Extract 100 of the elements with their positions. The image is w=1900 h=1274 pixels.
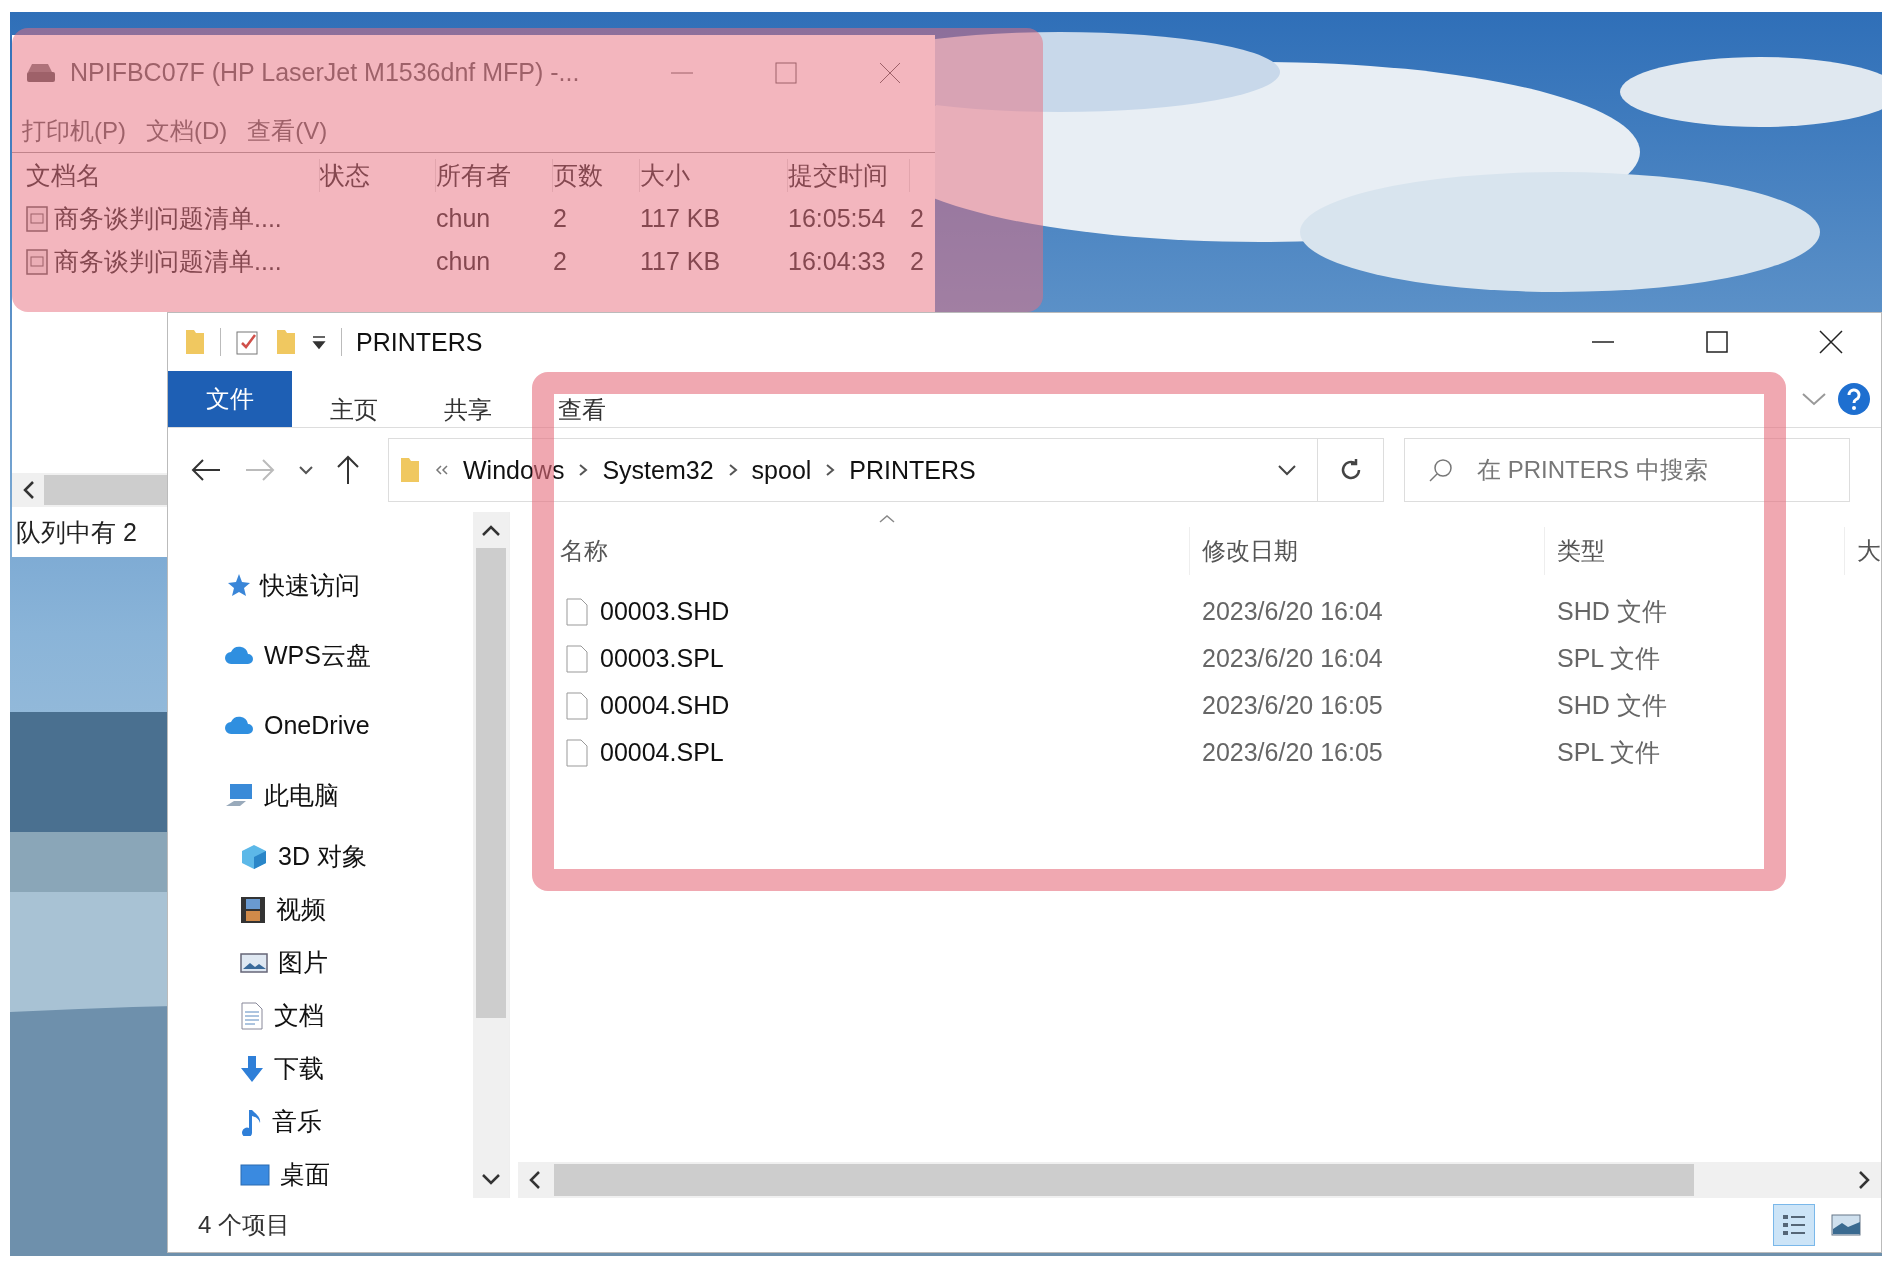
nav-item[interactable]: WPS云盘 [168,620,473,690]
file-icon [566,597,588,626]
table-cell-text: 2 [910,204,925,233]
document-icon [26,248,48,275]
landscape-icon [1831,1214,1861,1236]
film-icon [240,895,266,924]
printer-icon [26,61,56,84]
vertical-scrollbar[interactable] [473,512,509,1198]
column-header[interactable]: 大 [1857,535,1881,567]
ribbon-tab[interactable]: 共享 [444,397,492,423]
table-cell-text: 商务谈判问题清单.... [54,246,282,277]
scroll-up-icon[interactable] [481,524,501,538]
table-cell-text: SHD 文件 [1556,596,1668,627]
table-cell-text: chun [436,247,492,276]
table-cell-text: 商务谈判问题清单.... [54,203,282,234]
scroll-left-icon[interactable] [528,1170,542,1190]
table-cell-text: SPL 文件 [1556,737,1662,768]
status-text: 4 个项目 [198,1210,290,1240]
chevron-right-icon [825,463,836,477]
up-arrow-icon[interactable] [336,454,360,486]
scroll-left-icon[interactable] [22,480,36,500]
scroll-down-icon[interactable] [481,1172,501,1186]
breadcrumb-item[interactable]: Windows [463,455,565,485]
image-icon [240,951,268,974]
chevron-down-icon[interactable] [1277,463,1297,477]
file-icon [566,691,588,720]
column-header[interactable]: 大小 [640,158,788,192]
folder-icon [399,456,421,484]
table-cell-text: 2 [553,247,568,276]
help-icon[interactable] [1837,382,1871,416]
table-cell-text: 2023/6/20 16:05 [1201,738,1384,767]
nav-item[interactable]: 文档 [168,989,473,1042]
breadcrumb-item[interactable]: spool [751,455,812,485]
document-icon [240,1001,264,1030]
breadcrumb-item[interactable]: System32 [602,455,714,485]
column-header[interactable]: 修改日期 [1202,535,1298,567]
table-cell-text: 2 [553,204,568,233]
chevron-right-icon [578,463,589,477]
file-name: 00004.SPL [600,738,724,767]
status-text: 队列中有 2 [16,516,137,548]
window-title: PRINTERS [356,327,484,357]
table-cell-text: 117 KB [640,247,722,276]
column-header[interactable]: 页数 [553,158,640,192]
nav-item[interactable]: 音乐 [168,1095,473,1148]
column-header[interactable]: 状态 [320,158,436,192]
table-cell-text: SPL 文件 [1556,643,1662,674]
horizontal-scrollbar[interactable] [12,473,167,507]
table-cell-text: 2023/6/20 16:05 [1201,691,1384,720]
overflow-chevron-icon [435,464,449,476]
minimize-icon[interactable] [1591,341,1615,343]
table-cell-text: chun [436,204,492,233]
column-header[interactable]: 所有者 [436,158,553,192]
breadcrumb-item[interactable]: PRINTERS [849,455,976,485]
window-title: NPIFBC07F (HP LaserJet M1536dnf MFP) -... [70,58,581,87]
address-bar[interactable]: Windows System32 spool PRINTERS [388,438,1318,502]
maximize-icon[interactable] [1705,330,1729,354]
checkbox-icon[interactable] [235,328,261,356]
file-icon [566,738,588,767]
nav-item[interactable]: 图片 [168,936,473,989]
desktop-icon [240,1162,270,1187]
computer-icon [224,782,254,808]
column-header[interactable]: 名称 [560,535,608,567]
nav-item[interactable]: OneDrive [168,690,473,760]
table-cell-text: 117 KB [640,204,722,233]
nav-item[interactable]: 3D 对象 [168,830,473,883]
table-cell-text: 2023/6/20 16:04 [1201,644,1384,673]
chevron-down-icon[interactable] [298,464,314,476]
search-field[interactable]: 在 PRINTERS 中搜索 [1404,438,1850,502]
nav-item[interactable]: 此电脑 [168,760,473,830]
music-note-icon [240,1107,262,1136]
file-icon [566,644,588,673]
details-view-button[interactable] [1773,1204,1815,1246]
table-cell-text: 16:04:33 [788,247,887,276]
column-header[interactable]: 提交时间 [788,158,910,192]
nav-item[interactable]: 桌面 [168,1148,473,1201]
nav-item[interactable]: 下载 [168,1042,473,1095]
ribbon-tab[interactable]: 主页 [330,397,378,423]
table-cell-text: SHD 文件 [1556,690,1668,721]
dropdown-icon[interactable] [311,334,327,350]
cloud-icon [224,644,254,666]
close-icon[interactable] [1819,330,1843,354]
file-name: 00004.SHD [600,691,730,720]
download-icon [240,1054,264,1083]
table-cell-text: 2023/6/20 16:04 [1201,597,1384,626]
cloud-icon [224,714,254,736]
nav-item[interactable]: 视频 [168,883,473,936]
file-menu-button[interactable]: 文件 [168,371,292,427]
sort-caret-icon [878,514,896,524]
scroll-right-icon[interactable] [1857,1170,1871,1190]
back-arrow-icon[interactable] [190,458,222,482]
column-header[interactable]: 类型 [1557,535,1605,567]
table-cell-text: 16:05:54 [788,204,887,233]
column-header[interactable]: 文档名 [26,158,320,192]
search-icon [1428,457,1454,483]
nav-item[interactable]: 快速访问 [168,550,473,620]
document-icon [26,205,48,232]
horizontal-scrollbar[interactable] [518,1162,1881,1198]
ribbon-tab[interactable]: 查看 [558,397,606,423]
cube-icon [240,842,268,871]
file-name: 00003.SHD [600,597,730,626]
